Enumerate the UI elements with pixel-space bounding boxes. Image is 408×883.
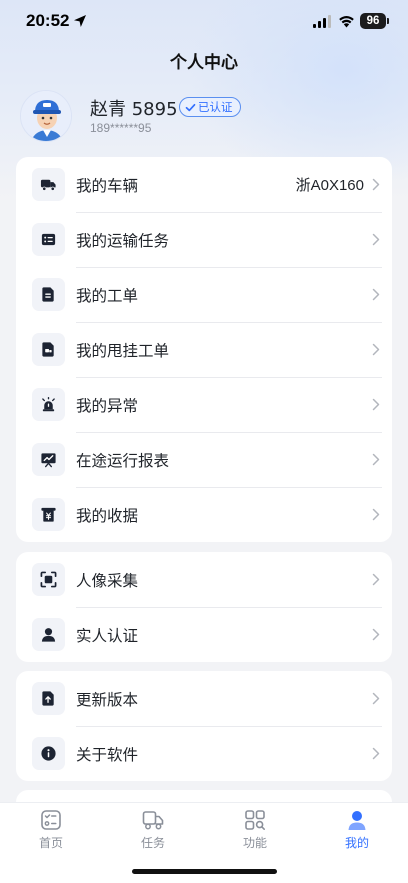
tab-mine[interactable]: 我的 [327, 809, 387, 851]
vehicle-plate: 浙A0X160 [295, 177, 364, 194]
menu-item-label: 我的运输任务 [76, 231, 170, 250]
row-icon-box [32, 563, 65, 596]
menu-item-about-software[interactable]: 关于软件 [16, 726, 392, 781]
page-title: 个人中心 [170, 53, 238, 73]
tab-home[interactable]: 首页 [21, 809, 81, 851]
battery-indicator: 96 [360, 13, 386, 29]
avatar[interactable] [20, 90, 72, 142]
row-icon-box [32, 168, 65, 201]
menu-item-label: 我的异常 [76, 396, 139, 415]
chevron-right-icon [372, 288, 380, 301]
menu-item-my-work-orders[interactable]: 我的工单 [16, 267, 392, 322]
chevron-right-icon [372, 628, 380, 641]
update-icon [42, 691, 54, 706]
row-icon-box [32, 737, 65, 770]
row-icon-box [32, 618, 65, 651]
battery-level: 96 [366, 15, 380, 27]
cellular-signal-icon [313, 15, 331, 28]
menu-item-update-version[interactable]: 更新版本 [16, 671, 392, 726]
tab-label: 首页 [38, 836, 63, 850]
chevron-right-icon [372, 178, 380, 191]
tab-tasks[interactable]: 任务 [123, 809, 183, 851]
menu-item-face-capture[interactable]: 人像采集 [16, 552, 392, 607]
menu-item-label: 我的车辆 [76, 176, 139, 195]
work-order-icon [42, 287, 54, 302]
menu-item-my-transport-tasks[interactable]: 我的运输任务 [16, 212, 392, 267]
chevron-right-icon [372, 573, 380, 586]
row-icon-box [32, 443, 65, 476]
chevron-right-icon [372, 508, 380, 521]
menu-item-my-exceptions[interactable]: 我的异常 [16, 377, 392, 432]
chevron-right-icon [372, 398, 380, 411]
task-list-icon [41, 233, 56, 246]
alarm-icon [42, 396, 55, 412]
tab-label: 我的 [344, 836, 369, 850]
row-icon-box [32, 682, 65, 715]
menu-item-label: 关于软件 [76, 745, 139, 764]
home-indicator [132, 869, 277, 874]
wifi-icon [339, 16, 354, 28]
profile-icon [348, 811, 366, 830]
info-icon [41, 746, 56, 761]
delivery-truck-icon [142, 811, 164, 830]
check-icon [185, 103, 196, 111]
menu-item-my-vehicle[interactable]: 我的车辆 浙A0X160 [16, 157, 392, 212]
battery-tip [387, 18, 389, 24]
chevron-right-icon [372, 343, 380, 356]
menu-item-label: 我的甩挂工单 [76, 341, 170, 360]
grid-search-icon [245, 810, 265, 830]
home-icon [41, 810, 61, 830]
verified-badge: 已认证 [179, 97, 241, 117]
menu-item-my-receipts[interactable]: 我的收据 [16, 487, 392, 542]
menu-item-in-transit-report[interactable]: 在途运行报表 [16, 432, 392, 487]
chevron-right-icon [372, 692, 380, 705]
status-bar: 20:52 96 [0, 0, 408, 44]
person-icon [41, 628, 56, 642]
menu-item-real-person-verification[interactable]: 实人认证 [16, 607, 392, 662]
menu-item-label: 实人认证 [76, 626, 139, 645]
face-scan-icon [40, 571, 57, 588]
tab-functions[interactable]: 功能 [225, 809, 285, 851]
user-name: 赵青 5895 [90, 99, 178, 120]
report-icon [41, 453, 56, 468]
location-arrow-icon [74, 15, 86, 27]
tab-label: 功能 [242, 836, 267, 850]
row-icon-box [32, 388, 65, 421]
status-time: 20:52 [26, 11, 70, 30]
user-phone: 189******95 [90, 121, 152, 135]
receipt-icon [41, 507, 56, 522]
menu-card-main: 我的车辆 浙A0X160 我的运输任务 我的工单 我的甩挂工单 我的异常 在途运… [16, 157, 392, 542]
row-icon-box [32, 223, 65, 256]
menu-item-my-trailer-orders[interactable]: 我的甩挂工单 [16, 322, 392, 377]
tab-label: 任务 [140, 836, 165, 850]
verified-label: 已认证 [198, 100, 233, 114]
menu-card-identity: 人像采集 实人认证 [16, 552, 392, 662]
menu-item-label: 在途运行报表 [76, 451, 170, 470]
trailer-order-icon [42, 342, 54, 357]
chevron-right-icon [372, 747, 380, 760]
menu-card-about: 更新版本 关于软件 [16, 671, 392, 781]
chevron-right-icon [372, 233, 380, 246]
chevron-right-icon [372, 453, 380, 466]
menu-item-label: 我的工单 [76, 286, 139, 305]
row-icon-box [32, 333, 65, 366]
row-icon-box [32, 498, 65, 531]
menu-item-label: 我的收据 [76, 506, 139, 525]
driver-avatar-icon [21, 91, 71, 141]
menu-item-label: 更新版本 [76, 690, 139, 709]
truck-icon [40, 179, 56, 191]
row-icon-box [32, 278, 65, 311]
menu-item-label: 人像采集 [76, 571, 139, 590]
